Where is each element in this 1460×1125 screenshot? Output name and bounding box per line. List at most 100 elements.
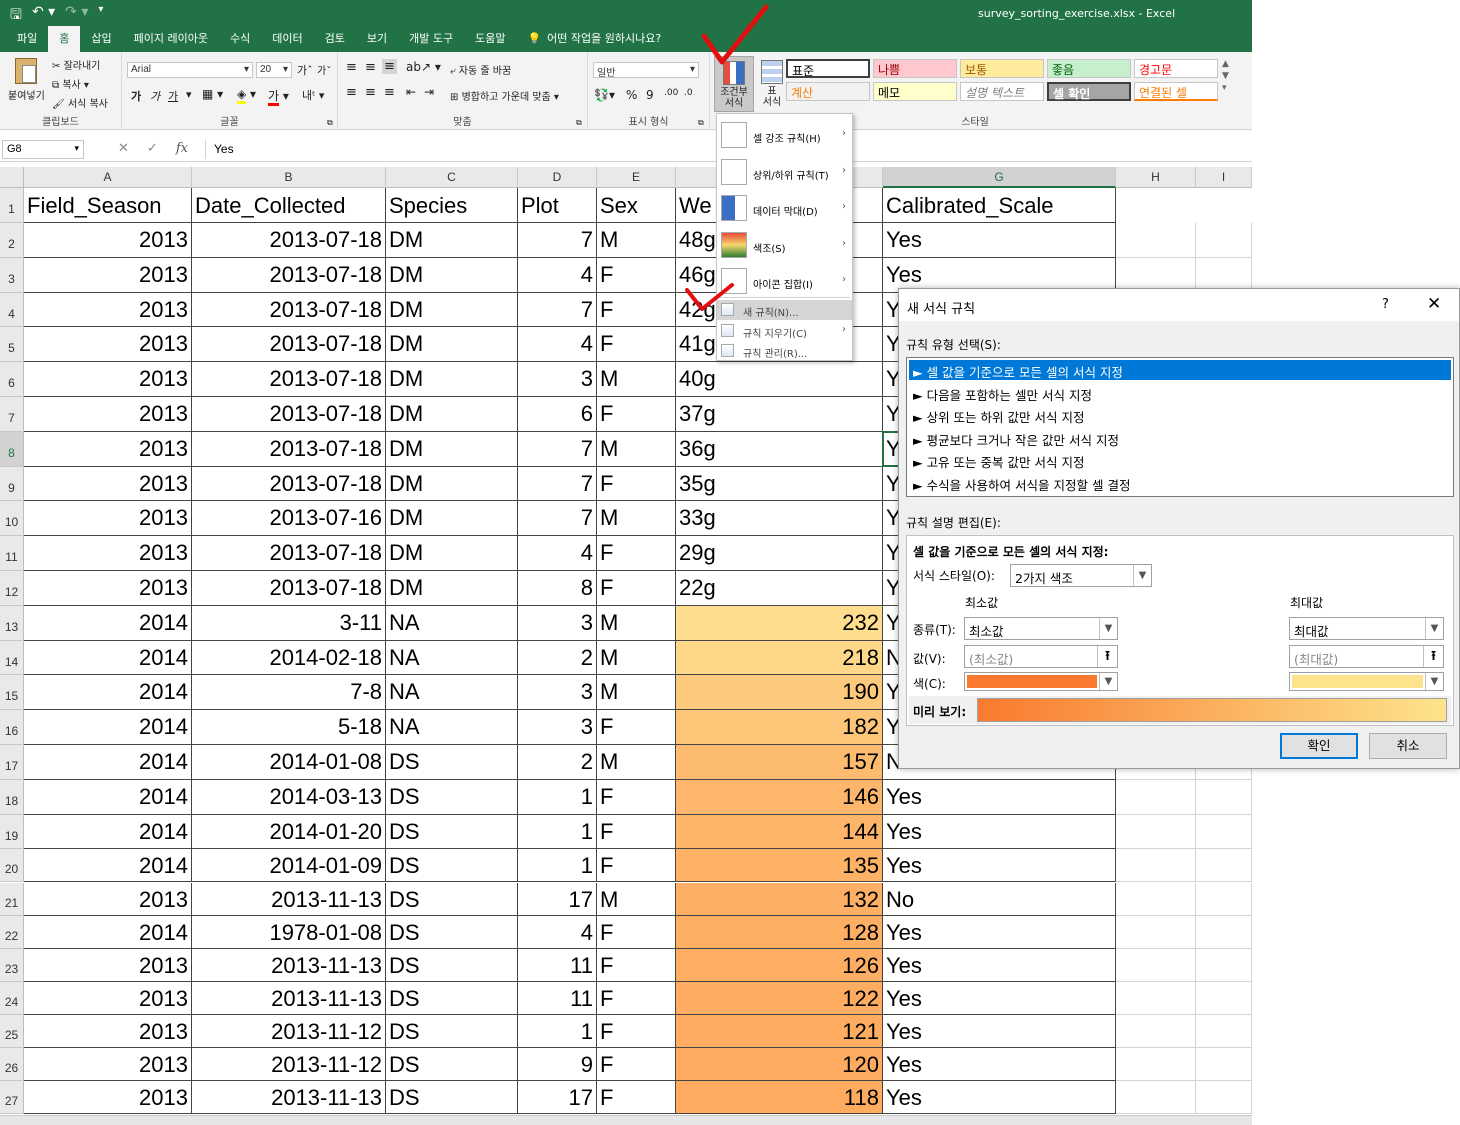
row-header-7[interactable]: 7 [0,397,24,432]
table-cell-G22[interactable]: Yes [883,915,1116,949]
column-header-C[interactable]: C [386,167,518,188]
table-cell-C23[interactable]: DS [386,948,518,982]
row-header-2[interactable]: 2 [0,223,24,258]
cut-button[interactable]: ✂ 잘라내기 [52,57,100,72]
header-cell-B[interactable]: Date_Collected [192,188,386,223]
row-header-3[interactable]: 3 [0,257,24,293]
empty-cell-H27[interactable] [1116,1081,1196,1115]
table-cell-C5[interactable]: DM [386,327,518,363]
table-cell-C8[interactable]: DM [386,431,518,467]
table-cell-A23[interactable]: 2013 [24,948,192,982]
table-cell-D27[interactable]: 17 [518,1081,597,1115]
table-cell-D8[interactable]: 7 [518,431,597,467]
row-header-20[interactable]: 20 [0,849,24,883]
rule-type-option-4[interactable]: ► 고유 또는 중복 값만 서식 지정 [909,450,1451,470]
header-cell-D[interactable]: Plot [518,188,597,223]
table-cell-B19[interactable]: 2014-01-20 [192,814,386,850]
empty-cell-H18[interactable] [1116,779,1196,815]
table-cell-A25[interactable]: 2013 [24,1014,192,1048]
rule-type-option-0[interactable]: ► 셀 값을 기준으로 모든 셀의 서식 지정 [909,360,1451,380]
undo-icon[interactable]: ↶ ▾ [32,4,55,28]
row-header-21[interactable]: 21 [0,882,24,916]
max-type-select[interactable]: 최대값 ▼ [1289,617,1444,640]
rule-type-option-5[interactable]: ► 수식을 사용하여 서식을 지정할 셀 결정 [909,473,1451,493]
style-cell-2[interactable]: 보통 [960,59,1044,78]
row-header-23[interactable]: 23 [0,948,24,982]
table-cell-G19[interactable]: Yes [883,814,1116,850]
table-cell-A10[interactable]: 2013 [24,501,192,537]
table-cell-B9[interactable]: 2013-07-18 [192,466,386,502]
fill-color-icon[interactable]: ◈ ▾ [237,87,256,104]
empty-cell-H24[interactable] [1116,981,1196,1015]
table-cell-B4[interactable]: 2013-07-18 [192,292,386,328]
table-cell-A3[interactable]: 2013 [24,257,192,293]
number-dialog-launcher-icon[interactable]: ⧉ [698,118,704,128]
increase-indent-icon[interactable]: ⇥ [424,85,434,99]
style-cell-5[interactable]: 계산 [786,82,870,101]
table-cell-F16[interactable]: 182 [676,710,883,745]
table-cell-B8[interactable]: 2013-07-18 [192,431,386,467]
row-header-15[interactable]: 15 [0,675,24,711]
tab-4[interactable]: 수식 [219,26,261,52]
font-dialog-launcher-icon[interactable]: ⧉ [327,118,333,128]
tell-me-box[interactable]: 💡 어떤 작업을 원하시나요? [516,26,672,52]
table-cell-F11[interactable]: 29g [676,536,883,571]
table-cell-C18[interactable]: DS [386,779,518,815]
enter-icon[interactable]: ✓ [147,141,158,156]
table-cell-F9[interactable]: 35g [676,466,883,502]
table-cell-G25[interactable]: Yes [883,1014,1116,1048]
paste-button[interactable]: 붙여넣기 [8,58,45,102]
table-cell-F19[interactable]: 144 [676,814,883,850]
italic-button[interactable]: 가 [150,88,160,104]
empty-cell-I20[interactable] [1196,849,1252,883]
table-cell-F10[interactable]: 33g [676,501,883,537]
table-cell-B7[interactable]: 2013-07-18 [192,397,386,432]
table-cell-F23[interactable]: 126 [676,948,883,982]
row-header-1[interactable]: 1 [0,188,24,223]
table-cell-E17[interactable]: M [597,745,676,780]
row-header-19[interactable]: 19 [0,814,24,850]
table-cell-A8[interactable]: 2013 [24,431,192,467]
format-painter-button[interactable]: 🖌 서식 복사 [52,95,108,110]
font-name-box[interactable]: Arial ▾ [127,62,253,78]
borders-icon[interactable]: ▦ ▾ [202,87,223,101]
row-header-16[interactable]: 16 [0,710,24,745]
table-cell-D25[interactable]: 1 [518,1014,597,1048]
table-cell-B2[interactable]: 2013-07-18 [192,223,386,258]
table-cell-F14[interactable]: 218 [676,640,883,676]
cf-menu-item-1[interactable]: 상위/하위 규칙(T) › [717,156,852,190]
name-box[interactable]: G8 ▾ [2,140,84,159]
row-header-24[interactable]: 24 [0,981,24,1015]
table-cell-E16[interactable]: F [597,710,676,745]
table-cell-D14[interactable]: 2 [518,640,597,676]
row-header-13[interactable]: 13 [0,605,24,641]
table-cell-C11[interactable]: DM [386,536,518,571]
rule-type-option-1[interactable]: ► 다음을 포함하는 셀만 서식 지정 [909,383,1451,403]
table-cell-F24[interactable]: 122 [676,981,883,1015]
header-cell-A[interactable]: Field_Season [24,188,192,223]
max-color-picker[interactable]: ▼ [1289,672,1444,691]
table-cell-D5[interactable]: 4 [518,327,597,363]
table-cell-A14[interactable]: 2014 [24,640,192,676]
table-cell-E18[interactable]: F [597,779,676,815]
help-icon[interactable]: ? [1382,297,1389,312]
align-left-icon[interactable]: ≡ [346,85,357,100]
table-cell-B23[interactable]: 2013-11-13 [192,948,386,982]
table-cell-C6[interactable]: DM [386,362,518,397]
range-picker-icon[interactable]: ⭱ [1423,646,1443,667]
bold-button[interactable]: 가 [131,88,141,104]
number-format-box[interactable]: 일반 ▾ [593,62,699,79]
empty-cell-I26[interactable] [1196,1048,1252,1082]
decrease-decimal-icon[interactable]: .0 [684,88,693,98]
table-cell-D22[interactable]: 4 [518,915,597,949]
table-cell-E19[interactable]: F [597,814,676,850]
comma-style-icon[interactable]: 9 [646,88,654,102]
table-cell-B20[interactable]: 2014-01-09 [192,849,386,883]
table-cell-E4[interactable]: F [597,292,676,328]
table-cell-D10[interactable]: 7 [518,501,597,537]
empty-cell-H22[interactable] [1116,915,1196,949]
merge-center-button[interactable]: ⊞ 병합하고 가운데 맞춤 ▾ [450,88,559,103]
table-cell-C27[interactable]: DS [386,1081,518,1115]
redo-icon[interactable]: ↷ ▾ [65,4,88,28]
table-cell-E23[interactable]: F [597,948,676,982]
